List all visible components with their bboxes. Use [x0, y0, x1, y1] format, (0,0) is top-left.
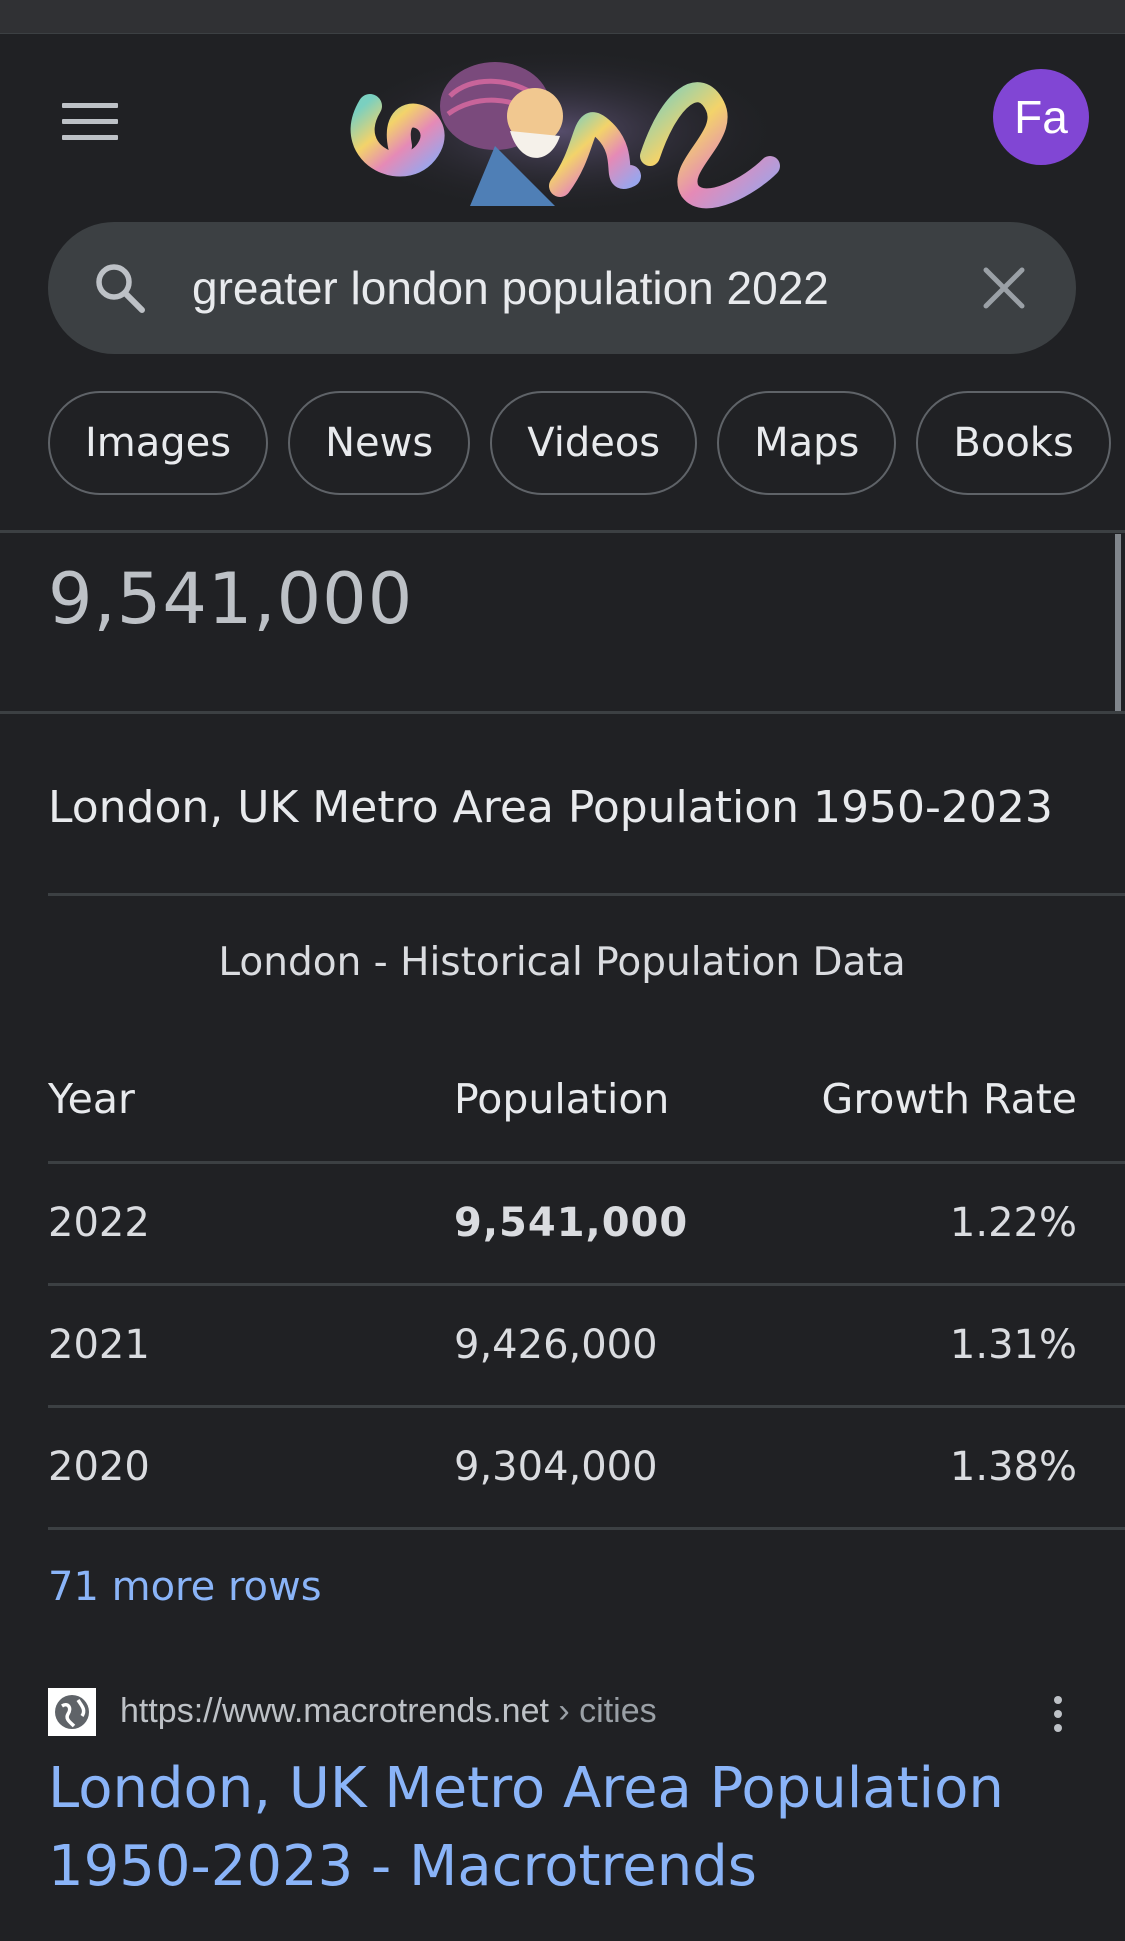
featured-snippet-title: London, UK Metro Area Population 1950-20…: [48, 782, 1053, 833]
divider: [0, 711, 1125, 714]
result-title-link[interactable]: London, UK Metro Area Population 1950-20…: [48, 1750, 1068, 1906]
more-rows-link[interactable]: 71 more rows: [48, 1564, 322, 1610]
growth-rate-cell: 1.38%: [949, 1444, 1077, 1490]
status-strip: [0, 0, 1125, 34]
year-cell: 2020: [48, 1444, 150, 1490]
table-header-row: Year Population Growth Rate: [48, 1040, 1125, 1164]
chip-books[interactable]: Books: [916, 391, 1111, 495]
featured-answer-number: 9,541,000: [48, 558, 414, 640]
account-avatar[interactable]: Fa: [993, 69, 1089, 165]
chip-images[interactable]: Images: [48, 391, 269, 495]
result-domain: https://www.macrotrends.net: [120, 1692, 549, 1730]
population-cell: 9,426,000: [454, 1322, 658, 1368]
search-input[interactable]: [192, 250, 912, 326]
chip-videos[interactable]: Videos: [490, 391, 698, 495]
more-options-icon[interactable]: [1048, 1696, 1068, 1740]
result-url[interactable]: https://www.macrotrends.net › cities: [120, 1688, 657, 1734]
divider: [48, 893, 1125, 896]
growth-rate-cell: 1.31%: [949, 1322, 1077, 1368]
divider: [0, 530, 1125, 533]
growth-rate-cell: 1.22%: [949, 1200, 1077, 1246]
google-doodle-logo[interactable]: [330, 36, 790, 216]
population-cell: 9,541,000: [454, 1200, 689, 1246]
year-cell: 2021: [48, 1322, 150, 1368]
population-cell: 9,304,000: [454, 1444, 658, 1490]
search-filter-chips: Images News Videos Maps Books: [48, 391, 1111, 499]
table-caption: London - Historical Population Data: [218, 940, 906, 985]
column-header-population: Population: [454, 1075, 670, 1123]
column-header-year: Year: [48, 1075, 135, 1123]
search-icon[interactable]: [92, 260, 148, 316]
table-row: 2021 9,426,000 1.31%: [48, 1286, 1125, 1408]
population-table: Year Population Growth Rate 2022 9,541,0…: [48, 1040, 1125, 1530]
chip-maps[interactable]: Maps: [717, 391, 897, 495]
column-header-growth-rate: Growth Rate: [821, 1075, 1077, 1123]
chip-news[interactable]: News: [288, 391, 471, 495]
result-breadcrumb: › cities: [548, 1692, 657, 1730]
menu-button[interactable]: [62, 103, 118, 143]
hamburger-icon: [62, 103, 118, 108]
search-box[interactable]: [48, 222, 1076, 354]
table-row: 2022 9,541,000 1.22%: [48, 1164, 1125, 1286]
close-icon[interactable]: [980, 264, 1028, 312]
table-row: 2020 9,304,000 1.38%: [48, 1408, 1125, 1530]
year-cell: 2022: [48, 1200, 150, 1246]
globe-icon: [48, 1688, 96, 1736]
